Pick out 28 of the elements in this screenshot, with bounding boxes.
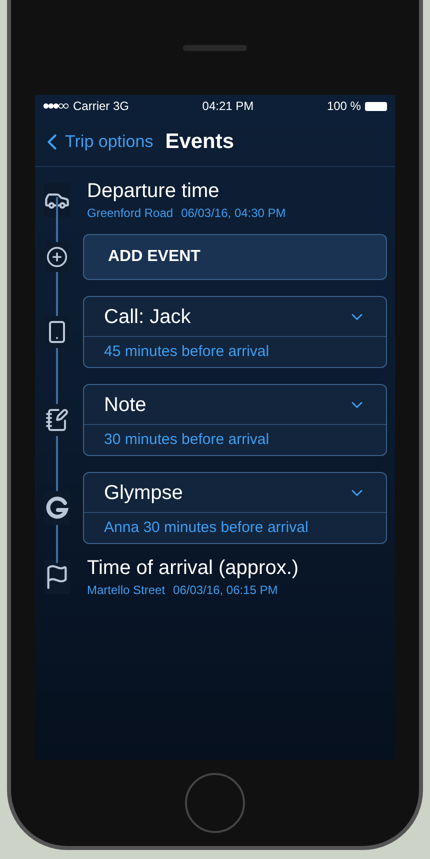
- event-card[interactable]: Glympse Anna 30 minutes before arrival: [83, 472, 387, 544]
- entry-datetime: 06/03/16, 04:30 PM: [181, 205, 286, 222]
- event-detail: 30 minutes before arrival: [103, 430, 270, 450]
- note-icon: [45, 408, 69, 432]
- swirl-logo-icon: [44, 495, 70, 521]
- event-detail: 45 minutes before arrival: [103, 342, 270, 362]
- battery-icon: [364, 102, 387, 110]
- flag-icon: [44, 564, 70, 590]
- place-name: Greenford Road: [87, 205, 174, 222]
- event-title: Glympse: [104, 480, 183, 506]
- screen-title: Events: [165, 128, 234, 155]
- event-title: Call: Jack: [104, 304, 191, 330]
- entry-title: Departure time: [87, 179, 220, 204]
- battery-percent: 100 %: [326, 98, 361, 115]
- place-name: Martello Street: [87, 582, 166, 599]
- speaker-slot: [183, 44, 247, 50]
- clock: 04:21 PM: [202, 98, 254, 115]
- event-detail: Anna 30 minutes before arrival: [103, 518, 310, 538]
- add-event-button[interactable]: ADD EVENT: [83, 234, 387, 280]
- entry-title: Time of arrival (approx.): [87, 556, 299, 581]
- event-card[interactable]: Call: Jack 45 minutes before arrival: [83, 296, 387, 368]
- carrier-label: Carrier 3G: [73, 98, 130, 115]
- plus-icon[interactable]: [46, 246, 68, 268]
- event-title: Note: [104, 392, 146, 418]
- event-card[interactable]: Note 30 minutes before arrival: [83, 384, 387, 456]
- entry-datetime: 06/03/16, 06:15 PM: [173, 582, 278, 599]
- signal-icon: [43, 103, 69, 109]
- back-button[interactable]: Trip options: [39, 128, 154, 154]
